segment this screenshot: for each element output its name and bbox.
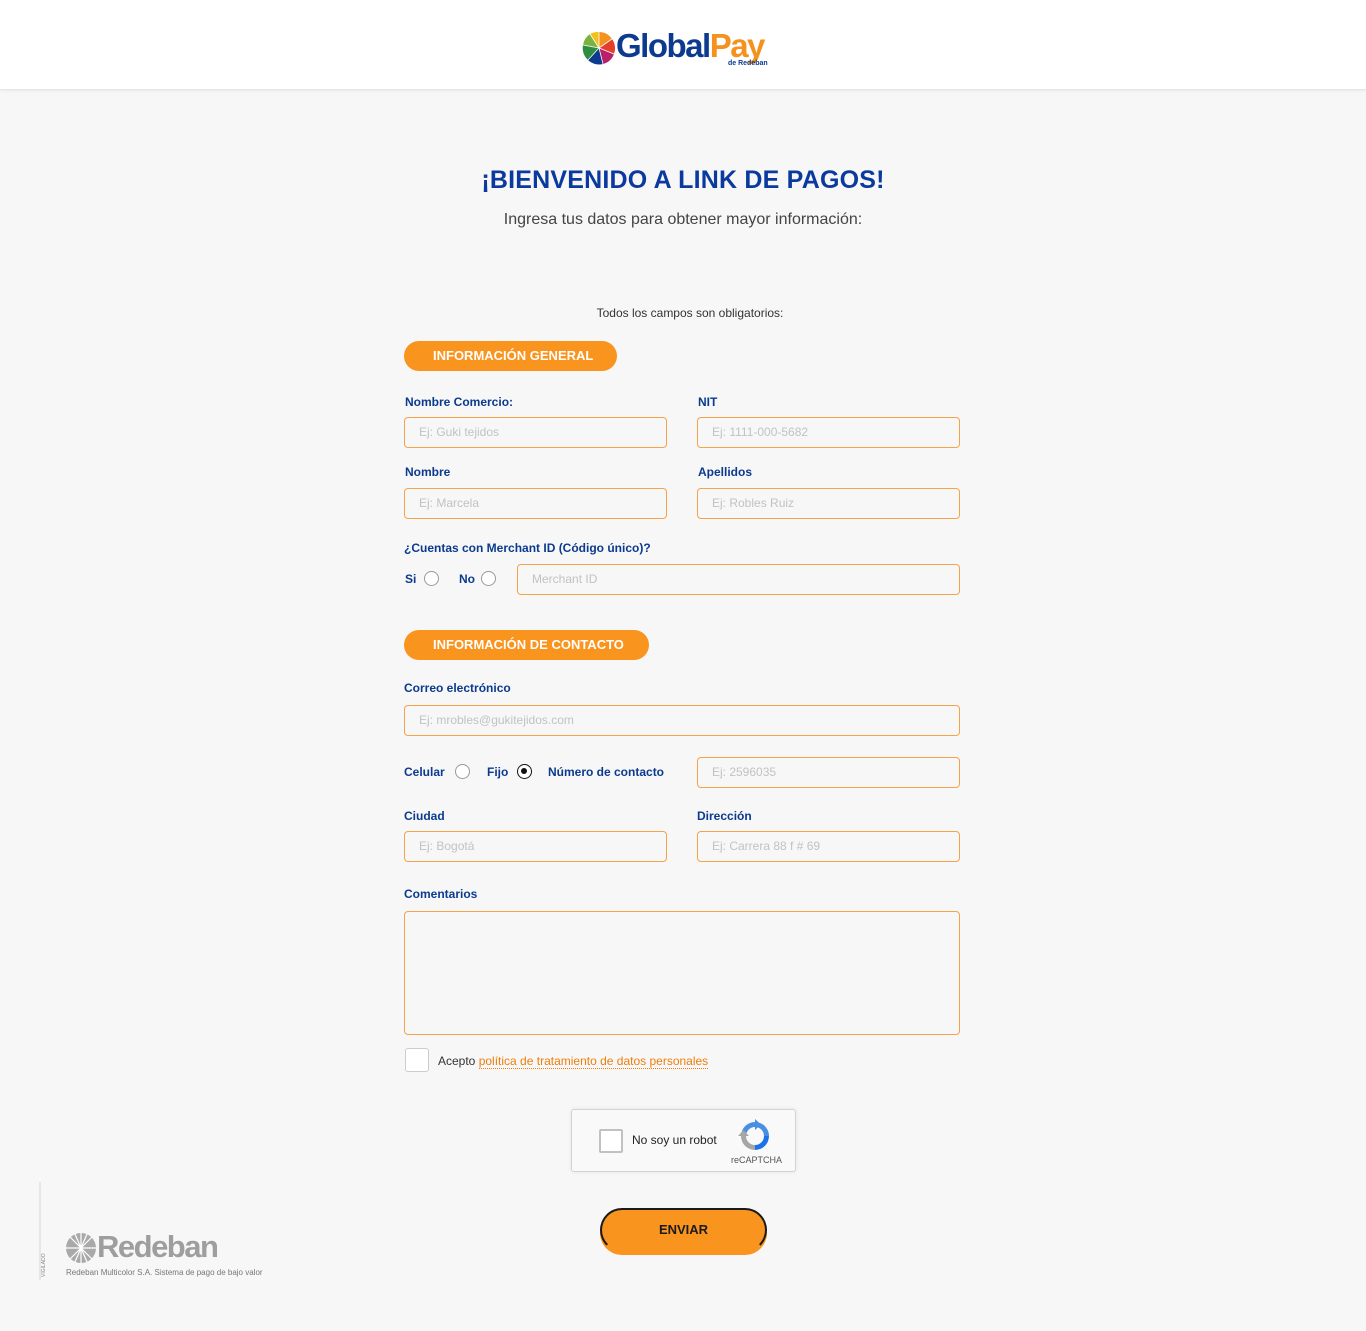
redeban-wordmark: Redeban bbox=[97, 1229, 219, 1264]
ciudad-input[interactable]: Ej: Bogotá bbox=[404, 831, 667, 862]
recaptcha-widget: No soy un robot reCAPTCHA bbox=[571, 1109, 796, 1172]
section-general-info: INFORMACIÓN GENERAL bbox=[404, 341, 617, 371]
header: GlobalPay de Redeban bbox=[0, 0, 1366, 90]
nombre-comercio-input[interactable]: Ej: Guki tejidos bbox=[404, 417, 667, 448]
nombre-label: Nombre bbox=[405, 465, 451, 479]
numero-contacto-label: Número de contacto bbox=[548, 765, 665, 779]
apellidos-input[interactable]: Ej: Robles Ruiz bbox=[697, 488, 960, 519]
email-label: Correo electrónico bbox=[404, 681, 511, 695]
numero-contacto-input[interactable]: Ej: 2596035 bbox=[697, 757, 960, 788]
redeban-emblem-icon bbox=[66, 1233, 96, 1263]
nombre-comercio-label: Nombre Comercio: bbox=[405, 395, 514, 409]
email-input[interactable]: Ej: mrobles@gukitejidos.com bbox=[404, 705, 960, 736]
accept-label: Acepto bbox=[438, 1054, 476, 1068]
enviar-button[interactable]: ENVIAR bbox=[600, 1208, 767, 1252]
merchant-no-label: No bbox=[459, 572, 475, 586]
apellidos-label: Apellidos bbox=[698, 465, 753, 479]
direccion-label: Dirección bbox=[697, 809, 752, 823]
recaptcha-label: No soy un robot bbox=[632, 1133, 717, 1147]
footer-tagline: Redeban Multicolor S.A. Sistema de pago … bbox=[66, 1268, 263, 1277]
globalpay-emblem-icon bbox=[582, 31, 616, 65]
logo-subtitle: de Redeban bbox=[728, 60, 768, 67]
celular-radio[interactable] bbox=[455, 764, 470, 779]
comentarios-label: Comentarios bbox=[404, 887, 478, 901]
page-title: ¡BIENVENIDO A LINK DE PAGOS! bbox=[481, 166, 885, 194]
required-fields-note: Todos los campos son obligatorios: bbox=[596, 306, 784, 320]
section-contact-info: INFORMACIÓN DE CONTACTO bbox=[404, 630, 649, 660]
merchant-question-label: ¿Cuentas con Merchant ID (Código único)? bbox=[404, 541, 651, 555]
accept-policy-text: Acepto política de tratamiento de datos … bbox=[438, 1054, 709, 1069]
merchant-si-radio[interactable] bbox=[424, 571, 439, 586]
nit-label: NIT bbox=[698, 395, 718, 409]
globalpay-logo[interactable]: GlobalPay de Redeban bbox=[582, 28, 786, 72]
recaptcha-brand: reCAPTCHA bbox=[731, 1155, 783, 1165]
fijo-label: Fijo bbox=[487, 765, 509, 779]
accept-policy-checkbox[interactable] bbox=[405, 1048, 429, 1072]
merchant-id-input[interactable]: Merchant ID bbox=[517, 564, 960, 595]
celular-label: Celular bbox=[404, 765, 445, 779]
comentarios-textarea[interactable] bbox=[404, 911, 960, 1035]
vigilado-seal-icon: VIGILADO bbox=[39, 1182, 47, 1280]
nit-input[interactable]: Ej: 1111-000-5682 bbox=[697, 417, 960, 448]
nombre-input[interactable]: Ej: Marcela bbox=[404, 488, 667, 519]
logo-wordmark: GlobalPay bbox=[616, 27, 765, 64]
vigilado-text: VIGILADO bbox=[41, 1253, 47, 1277]
privacy-policy-link[interactable]: política de tratamiento de datos persona… bbox=[478, 1054, 709, 1069]
recaptcha-checkbox[interactable] bbox=[599, 1129, 623, 1153]
direccion-input[interactable]: Ej: Carrera 88 f # 69 bbox=[697, 831, 960, 862]
merchant-no-radio[interactable] bbox=[481, 571, 496, 586]
recaptcha-logo-icon bbox=[738, 1119, 769, 1150]
merchant-si-label: Si bbox=[405, 572, 417, 586]
ciudad-label: Ciudad bbox=[404, 809, 445, 823]
fijo-radio[interactable] bbox=[517, 764, 532, 779]
page-subtitle: Ingresa tus datos para obtener mayor inf… bbox=[503, 211, 863, 228]
redeban-logo: Redeban bbox=[65, 1229, 240, 1269]
